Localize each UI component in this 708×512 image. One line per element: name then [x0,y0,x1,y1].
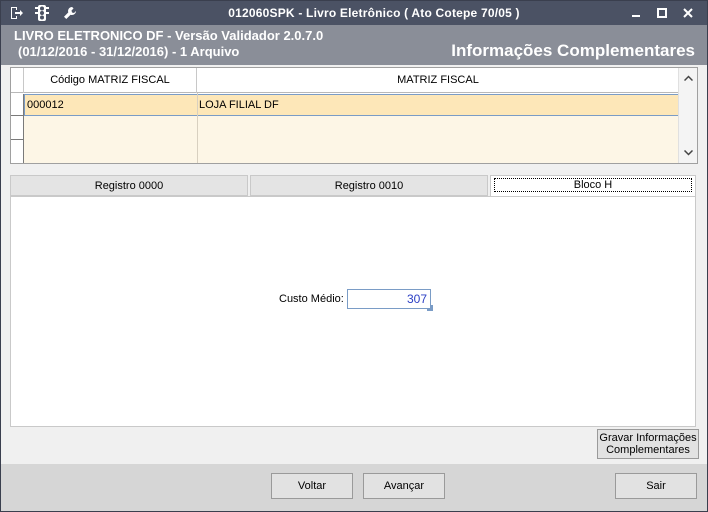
tab-registro-0000[interactable]: Registro 0000 [10,175,248,196]
sair-button[interactable]: Sair [615,473,697,499]
voltar-button[interactable]: Voltar [271,473,353,499]
custo-medio-input[interactable]: 307 [347,289,433,311]
bloco-h-panel: Custo Médio: 307 [10,196,696,427]
gravar-informacoes-button[interactable]: Gravar Informações Complementares [597,429,699,459]
column-separator [197,93,198,163]
title-bar: 012060SPK - Livro Eletrônico ( Ato Cotep… [1,1,707,25]
resize-grip-icon [427,305,433,311]
avancar-button[interactable]: Avançar [363,473,445,499]
custo-medio-label: Custo Médio: [279,293,344,305]
header-band: LIVRO ELETRONICO DF - Versão Validador 2… [1,25,707,65]
close-button[interactable] [679,5,697,21]
section-title: Informações Complementares [451,41,695,60]
app-version: LIVRO ELETRONICO DF - Versão Validador 2… [14,28,324,43]
gravar-label-line2: Complementares [606,444,690,456]
minimize-button[interactable] [627,5,645,21]
column-header-matriz[interactable]: MATRIZ FISCAL [197,68,679,93]
tab-registro-0010[interactable]: Registro 0010 [250,175,488,196]
cell-codigo: 000012 [27,99,64,111]
grid-header: Código MATRIZ FISCAL MATRIZ FISCAL [11,68,679,93]
scroll-up-icon[interactable] [679,70,698,86]
table-row[interactable]: 000012 LOJA FILIAL DF [24,94,679,116]
matriz-grid: Código MATRIZ FISCAL MATRIZ FISCAL 00001… [10,67,698,164]
empty-row-area[interactable] [24,116,679,163]
app-window: 012060SPK - Livro Eletrônico ( Ato Cotep… [0,0,708,512]
row-selector-header [11,68,24,93]
scroll-down-icon[interactable] [679,145,698,161]
tab-bloco-h[interactable]: Bloco H [490,175,696,197]
maximize-button[interactable] [653,5,671,21]
tab-bloco-h-label: Bloco H [494,178,692,192]
vertical-scrollbar[interactable] [678,68,697,163]
footer-bar [1,464,707,511]
period-info: (01/12/2016 - 31/12/2016) - 1 Arquivo [18,44,240,59]
custo-medio-value: 307 [406,292,427,306]
window-title: 012060SPK - Livro Eletrônico ( Ato Cotep… [228,6,520,20]
gravar-label-line1: Gravar Informações [599,432,697,444]
column-header-codigo[interactable]: Código MATRIZ FISCAL [24,68,197,93]
cell-matriz: LOJA FILIAL DF [199,99,279,111]
row-selector-column [11,94,24,163]
